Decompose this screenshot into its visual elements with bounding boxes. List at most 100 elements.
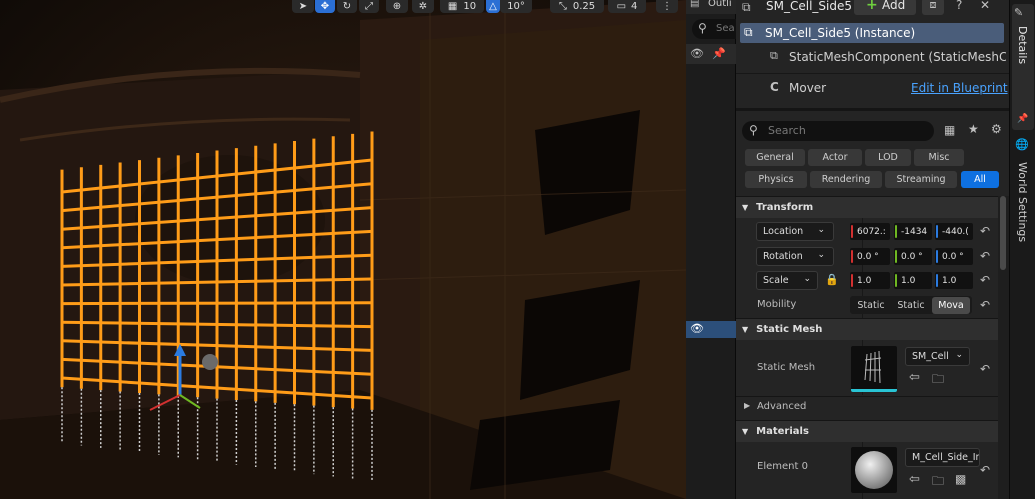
search-icon: ⚲	[749, 123, 758, 137]
rotation-z-field[interactable]: 0.0 °	[935, 248, 973, 265]
chevron-down-icon: ⌄	[955, 350, 963, 360]
material-dropdown[interactable]: M_Cell_Side_In	[905, 448, 980, 467]
eye-icon[interactable]: 👁	[690, 322, 704, 335]
location-x-field[interactable]: 6072.:	[850, 223, 890, 240]
reset-arrow-icon[interactable]: ↶	[978, 298, 992, 312]
details-scrollbar-thumb[interactable]	[1000, 196, 1006, 270]
filter-misc[interactable]: Misc	[914, 149, 964, 166]
static-mesh-section-header[interactable]: ▼ Static Mesh	[736, 318, 998, 340]
select-mode-icon[interactable]: ➤	[292, 0, 314, 13]
help-icon[interactable]: ?	[956, 0, 962, 12]
mobility-label: Mobility	[757, 299, 797, 310]
translate-mode-icon[interactable]: ✥	[315, 0, 335, 13]
scene-render	[0, 0, 686, 499]
use-selected-icon[interactable]: ⇦	[909, 370, 920, 385]
rotate-mode-icon[interactable]: ↻	[337, 0, 357, 13]
blueprint-icon[interactable]: ⧈	[922, 0, 944, 15]
static-mesh-dropdown[interactable]: SM_Cell ⌄	[905, 347, 970, 366]
filter-rendering[interactable]: Rendering	[810, 171, 882, 188]
scale-x-field[interactable]: 1.0	[850, 272, 890, 289]
pin-icon[interactable]: 📌	[712, 47, 726, 60]
reset-arrow-icon[interactable]: ↶	[978, 273, 992, 287]
viewport-options-icon[interactable]: ⋮	[656, 0, 678, 13]
rotation-x-field[interactable]: 0.0 °	[850, 248, 890, 265]
chevron-right-icon: ▶	[744, 401, 751, 410]
lock-icon[interactable]: 🔒	[825, 273, 839, 286]
component-row-root[interactable]: ⧉ SM_Cell_Side5 (Instance)	[740, 23, 1004, 43]
scale-z-field[interactable]: 1.0	[935, 272, 973, 289]
eye-icon[interactable]: 👁	[690, 47, 704, 60]
rotation-mode-dropdown[interactable]: Rotation ⌄	[756, 247, 834, 266]
outliner-row-selected[interactable]: 👁	[686, 321, 736, 338]
table-view-icon[interactable]: ▦	[944, 123, 955, 137]
filter-general[interactable]: General	[745, 149, 805, 166]
mobility-static-button[interactable]: Static	[852, 297, 890, 314]
pin-icon[interactable]: 📌	[1017, 114, 1028, 124]
advanced-expander[interactable]: ▶ Advanced	[736, 396, 998, 418]
details-scrollbar-track[interactable]	[998, 196, 1009, 499]
reset-arrow-icon[interactable]: ↶	[978, 362, 992, 376]
mobility-stationary-button[interactable]: Static	[892, 297, 930, 314]
filter-streaming[interactable]: Streaming	[885, 171, 957, 188]
gear-icon[interactable]: ⚙	[991, 122, 1002, 136]
grid-icon: ▦	[447, 1, 458, 12]
scale-snap-toggle[interactable]: ⤡ 0.25	[550, 0, 604, 13]
reset-arrow-icon[interactable]: ↶	[978, 463, 992, 477]
transform-section-header[interactable]: ▼ Transform	[736, 196, 998, 218]
details-search-input[interactable]: ⚲ Search	[742, 121, 934, 141]
outliner-tab[interactable]: ▤ Outli	[686, 0, 736, 14]
location-y-field[interactable]: -1434	[894, 223, 932, 240]
static-mesh-thumbnail[interactable]	[851, 346, 897, 392]
scale-snap-icon: ⤡	[558, 1, 567, 12]
rotation-snap-icon[interactable]: △	[486, 0, 500, 13]
material-thumbnail[interactable]	[851, 447, 897, 493]
world-space-icon[interactable]: ⊕	[386, 0, 408, 13]
globe-icon: 🌐	[1015, 138, 1029, 151]
location-mode-dropdown[interactable]: Location ⌄	[756, 222, 834, 241]
edit-in-blueprint-link[interactable]: Edit in Blueprint	[911, 81, 1008, 95]
checker-icon[interactable]: ▩	[955, 472, 966, 486]
add-component-button[interactable]: + Add	[854, 0, 916, 15]
outliner-panel: ▤ Outli ⚲ Sea 👁 📌 👁	[686, 0, 736, 499]
rotation-y-field[interactable]: 0.0 °	[894, 248, 932, 265]
browse-icon[interactable]: 🗀	[932, 370, 944, 391]
details-panel: ⧉ SM_Cell_Side5 + Add ⧈ ? ✕ ⧉ SM_Cell_Si…	[736, 0, 1009, 499]
reset-arrow-icon[interactable]: ↶	[978, 224, 992, 238]
actor-name-field[interactable]: SM_Cell_Side5	[766, 0, 854, 13]
static-mesh-label: Static Mesh	[757, 362, 816, 373]
filter-lod[interactable]: LOD	[865, 149, 911, 166]
materials-section-header[interactable]: ▼ Materials	[736, 420, 998, 442]
camera-speed-button[interactable]: ▭ 4	[608, 0, 646, 13]
chevron-down-icon: ▼	[742, 427, 749, 436]
level-viewport[interactable]: ➤ ✥ ↻ ⤢ ⊕ ✲ ▦ 10 △ 10° ⤡ 0.25 ▭ 4 ⋮	[0, 0, 686, 499]
outliner-icon: ▤	[690, 0, 700, 9]
location-z-field[interactable]: -440.(	[935, 223, 973, 240]
details-side-tab[interactable]: ✎ Details 📌	[1012, 4, 1034, 130]
reset-arrow-icon[interactable]: ↶	[978, 249, 992, 263]
scale-mode-icon[interactable]: ⤢	[359, 0, 379, 13]
scale-mode-dropdown[interactable]: Scale ⌄	[756, 271, 818, 290]
chevron-down-icon: ▼	[742, 203, 749, 212]
rotation-snap-value[interactable]: 10°	[500, 0, 532, 13]
close-icon[interactable]: ✕	[980, 0, 990, 12]
component-row-mesh[interactable]: ⧉ StaticMeshComponent (StaticMeshCo	[766, 48, 1006, 66]
mobility-movable-button[interactable]: Mova	[932, 297, 970, 314]
chevron-down-icon: ▼	[742, 325, 749, 334]
browse-icon[interactable]: 🗀	[932, 472, 944, 493]
surface-snap-icon[interactable]: ✲	[412, 0, 434, 13]
filter-actor[interactable]: Actor	[808, 149, 862, 166]
plus-icon: +	[866, 0, 878, 13]
grid-snap-toggle[interactable]: ▦ 10	[440, 0, 484, 13]
filter-all[interactable]: All	[961, 171, 999, 188]
star-icon[interactable]: ★	[968, 122, 979, 136]
material-sphere-icon	[855, 451, 893, 489]
scale-y-field[interactable]: 1.0	[894, 272, 932, 289]
use-selected-icon[interactable]: ⇦	[909, 472, 920, 487]
world-settings-side-tab[interactable]: 🌐 World Settings	[1012, 138, 1034, 250]
camera-icon: ▭	[616, 1, 627, 12]
outliner-header: 👁 📌	[686, 44, 736, 64]
filter-physics[interactable]: Physics	[745, 171, 807, 188]
chevron-down-icon: ⌄	[803, 274, 811, 284]
outliner-search-input[interactable]: ⚲ Sea	[692, 19, 736, 39]
chevron-down-icon: ⌄	[817, 250, 825, 260]
